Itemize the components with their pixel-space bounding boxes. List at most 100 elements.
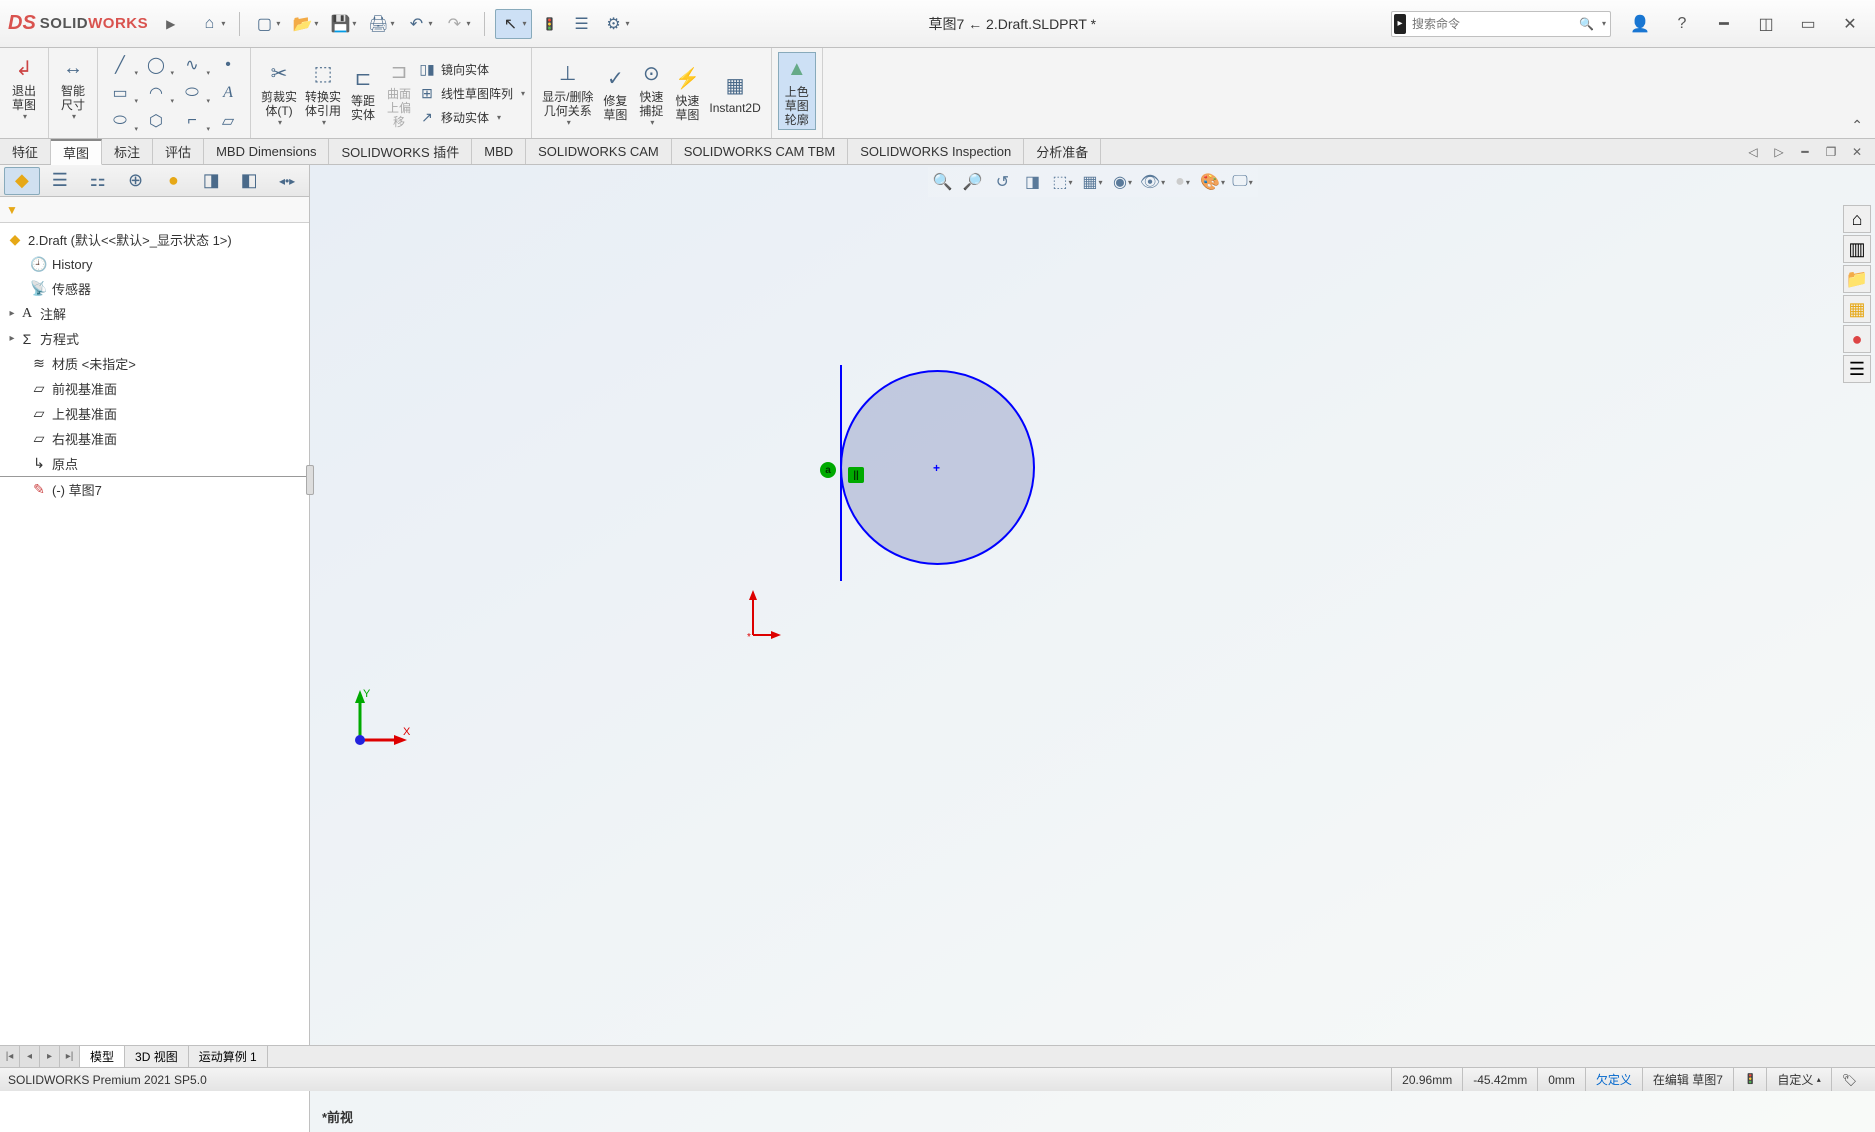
display-style-button[interactable]: ▦▾ xyxy=(1080,169,1106,195)
zoom-fit-button[interactable]: 🔍 xyxy=(930,169,956,195)
tree-root[interactable]: ◆ 2.Draft (默认<<默认>_显示状态 1>) xyxy=(0,227,309,252)
print-button[interactable]: 🖨▾ xyxy=(364,10,398,38)
command-search[interactable]: ▸ 🔍 ▾ xyxy=(1391,11,1611,37)
status-indicator[interactable]: 🚦 xyxy=(1733,1068,1766,1091)
eye-button[interactable]: 👁▾ xyxy=(1140,169,1166,195)
rapid-sketch-button[interactable]: ⚡快速 草图 xyxy=(669,62,705,124)
bt-next[interactable]: ▸ xyxy=(40,1046,60,1067)
taskpane-home[interactable]: ⌂ xyxy=(1843,205,1871,233)
options-button[interactable]: ⚙▾ xyxy=(600,10,634,38)
configuration-tab[interactable]: ⚏ xyxy=(80,167,116,195)
property-manager-tab[interactable]: ☰ xyxy=(42,167,78,195)
select-button[interactable]: ↖▾ xyxy=(495,9,531,39)
plane-tool[interactable]: ▱ xyxy=(212,109,244,133)
slot-tool[interactable]: ⬭▾ xyxy=(104,109,136,133)
close-button[interactable]: ✕ xyxy=(1833,11,1867,37)
tree-sketch7[interactable]: ✎(-) 草图7 xyxy=(0,476,309,502)
tab-inspection[interactable]: SOLIDWORKS Inspection xyxy=(848,139,1024,164)
tree-history[interactable]: 🕘History xyxy=(0,252,309,276)
redo-button[interactable]: ↷▾ xyxy=(440,10,474,38)
text-tool[interactable]: A xyxy=(212,81,244,105)
graphics-viewport[interactable]: 🔍 🔎 ↺ ◨ ⬚▾ ▦▾ ◉▾ 👁▾ ●▾ 🎨▾ 🖵▾ ⌂ ▥ 📁 ▦ ● ☰… xyxy=(310,165,1875,1132)
exit-sketch-button[interactable]: ↲ 退出 草图 ▾ xyxy=(6,52,42,123)
display-relations-button[interactable]: ⊥显示/删除 几何关系▾ xyxy=(538,58,597,129)
taskpane-properties[interactable]: ☰ xyxy=(1843,355,1871,383)
surface-offset-button[interactable]: ⊐曲面 上偏 移 xyxy=(381,55,417,131)
minimize-button[interactable]: ━ xyxy=(1707,11,1741,37)
hide-show-button[interactable]: ◉▾ xyxy=(1110,169,1136,195)
appearance-button[interactable]: 🎨▾ xyxy=(1200,169,1226,195)
fillet-tool[interactable]: ⌐▾ xyxy=(176,109,208,133)
tab-mbd-dimensions[interactable]: MBD Dimensions xyxy=(204,139,329,164)
feature-tree-tab[interactable]: ◆ xyxy=(4,167,40,195)
bottom-tab-motion[interactable]: 运动算例 1 xyxy=(189,1046,268,1067)
tree-equations[interactable]: ▸Σ方程式 xyxy=(0,326,309,351)
filter-bar[interactable]: ▼ xyxy=(0,197,309,223)
tree-annotations[interactable]: ▸A注解 xyxy=(0,301,309,326)
circle-tool[interactable]: ◯▾ xyxy=(140,53,172,77)
tab-addins[interactable]: SOLIDWORKS 插件 xyxy=(329,139,472,164)
dimxpert-tab[interactable]: ⊕ xyxy=(118,167,154,195)
repair-button[interactable]: ✓修复 草图 xyxy=(597,62,633,124)
search-icon[interactable]: 🔍 xyxy=(1573,17,1600,31)
taskpane-view-palette[interactable]: ▦ xyxy=(1843,295,1871,323)
taskpane-explorer[interactable]: 📁 xyxy=(1843,265,1871,293)
polygon-tool[interactable]: ⬡ xyxy=(140,109,172,133)
panel-more-button[interactable]: ◂•▸ xyxy=(269,167,305,195)
taskpane-library[interactable]: ▥ xyxy=(1843,235,1871,263)
ribbon-collapse-button[interactable]: ⌃ xyxy=(1839,113,1875,138)
status-custom[interactable]: 自定义 ▴ xyxy=(1766,1068,1830,1091)
tab-analysis[interactable]: 分析准备 xyxy=(1024,139,1101,164)
traffic-light-button[interactable]: 🚦 xyxy=(536,10,564,38)
view-triad[interactable]: Y X xyxy=(345,685,415,755)
undo-button[interactable]: ↶▾ xyxy=(402,10,436,38)
maximize-button[interactable]: ◫ xyxy=(1749,11,1783,37)
doc-prev-button[interactable]: ◁ xyxy=(1743,142,1763,162)
zoom-area-button[interactable]: 🔎 xyxy=(960,169,986,195)
status-defined[interactable]: 欠定义 xyxy=(1585,1068,1642,1091)
ellipse-tool[interactable]: ⬭▾ xyxy=(176,81,208,105)
tab-cam-tbm[interactable]: SOLIDWORKS CAM TBM xyxy=(672,139,848,164)
inspection-tab[interactable]: ◧ xyxy=(231,167,267,195)
home-button[interactable]: ⌂▾ xyxy=(195,10,229,38)
doc-next-button[interactable]: ▷ xyxy=(1769,142,1789,162)
quick-snap-button[interactable]: ⊙快速 捕捉▾ xyxy=(633,58,669,129)
view-orientation-button[interactable]: ⬚▾ xyxy=(1050,169,1076,195)
line-tool[interactable]: ╱▾ xyxy=(104,53,136,77)
tree-material[interactable]: ≋材质 <未指定> xyxy=(0,351,309,376)
tree-origin[interactable]: ↳原点 xyxy=(0,451,309,476)
shade-contour-button[interactable]: ▲上色 草图 轮廓 xyxy=(778,52,816,130)
doc-restore-button[interactable]: ❐ xyxy=(1821,142,1841,162)
constraint-tangent[interactable]: a xyxy=(820,462,836,478)
new-button[interactable]: ▢▾ xyxy=(250,10,284,38)
bottom-tab-3dview[interactable]: 3D 视图 xyxy=(125,1046,189,1067)
doc-minimize-button[interactable]: ━ xyxy=(1795,142,1815,162)
tab-cam[interactable]: SOLIDWORKS CAM xyxy=(526,139,672,164)
doc-close-button[interactable]: ✕ xyxy=(1847,142,1867,162)
tab-mbd[interactable]: MBD xyxy=(472,139,526,164)
tab-sketch[interactable]: 草图 xyxy=(51,139,102,165)
tab-features[interactable]: 特征 xyxy=(0,139,51,164)
taskpane-appearances[interactable]: ● xyxy=(1843,325,1871,353)
sketch-vertical-line[interactable] xyxy=(840,365,842,581)
help-button[interactable]: ? xyxy=(1665,11,1699,37)
point-tool[interactable]: • xyxy=(212,53,244,77)
bt-first[interactable]: |◂ xyxy=(0,1046,20,1067)
trim-button[interactable]: ✂剪裁实 体(T)▾ xyxy=(257,58,301,129)
restore-button[interactable]: ▭ xyxy=(1791,11,1825,37)
save-button[interactable]: 💾▾ xyxy=(326,10,360,38)
offset-button[interactable]: ⊏等距 实体 xyxy=(345,62,381,124)
previous-view-button[interactable]: ↺ xyxy=(990,169,1016,195)
rectangle-tool[interactable]: ▭▾ xyxy=(104,81,136,105)
spline-tool[interactable]: ∿▾ xyxy=(176,53,208,77)
open-button[interactable]: 📂▾ xyxy=(288,10,322,38)
convert-button[interactable]: ⬚转换实 体引用▾ xyxy=(301,58,345,129)
instant2d-button[interactable]: ▦Instant2D xyxy=(705,69,764,117)
user-button[interactable]: 👤 xyxy=(1623,11,1657,37)
panel-splitter[interactable] xyxy=(306,465,314,495)
tree-plane-top[interactable]: ▱上视基准面 xyxy=(0,401,309,426)
search-input[interactable] xyxy=(1406,17,1573,31)
render-button[interactable]: 🖵▾ xyxy=(1230,169,1256,195)
bt-prev[interactable]: ◂ xyxy=(20,1046,40,1067)
section-view-button[interactable]: ◨ xyxy=(1020,169,1046,195)
